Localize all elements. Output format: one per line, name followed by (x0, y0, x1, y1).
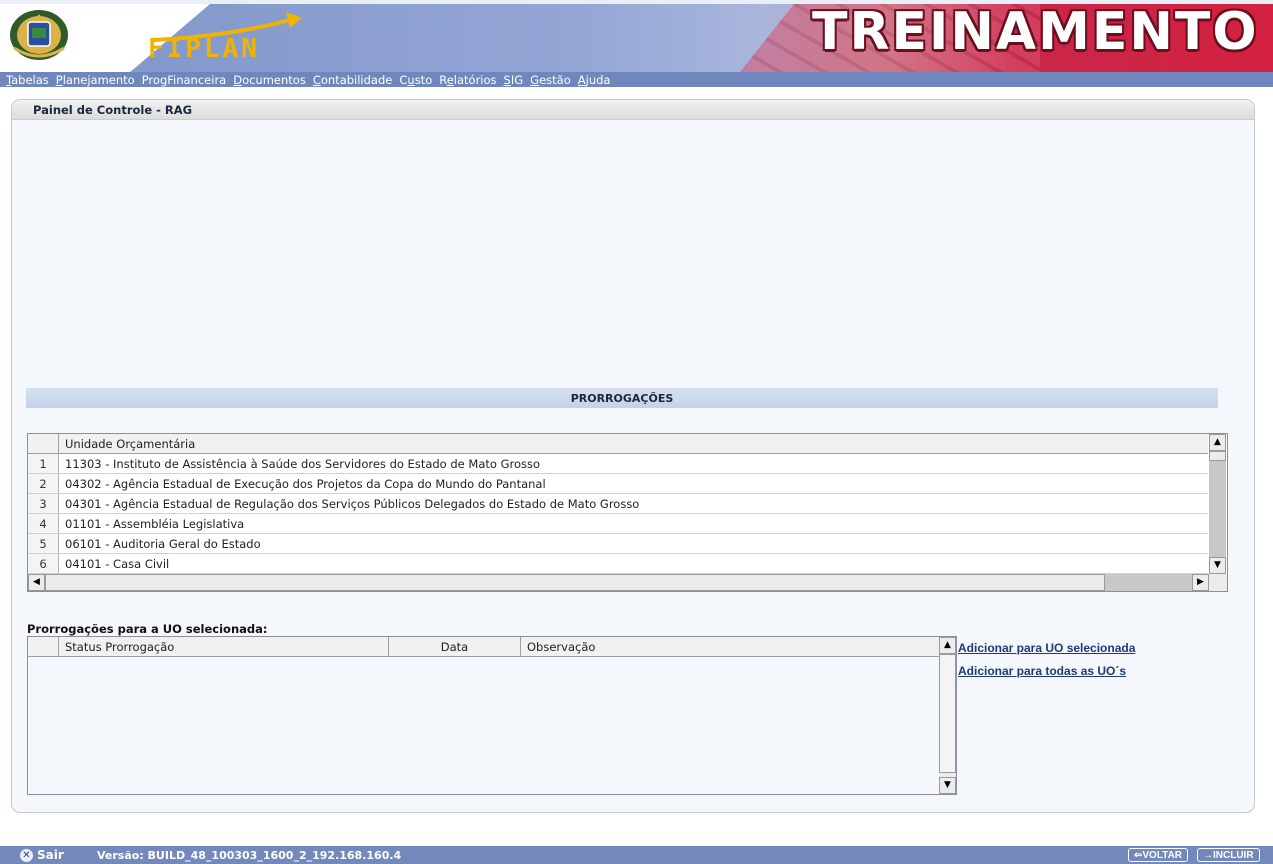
menu-item-8[interactable]: Gestão (530, 73, 571, 87)
scroll-thumb[interactable] (1209, 451, 1226, 461)
prorrogacoes-grid-header: Status Prorrogação Data Observação (28, 637, 940, 657)
menu-item-3[interactable]: Documentos (233, 73, 306, 87)
uo-name-cell: 01101 - Assembléia Legislativa (65, 516, 245, 531)
section-title: PRORROGAÇÕES (570, 391, 674, 405)
section-header-bar: PRORROGAÇÕES (26, 388, 1218, 408)
include-button[interactable]: → INCLUIR (1197, 848, 1260, 862)
scroll-left-icon[interactable]: ◀ (28, 574, 45, 591)
scroll-thumb-horizontal[interactable] (45, 574, 1105, 591)
menu-item-4[interactable]: Contabilidade (313, 73, 393, 87)
column-header-status[interactable]: Status Prorrogação (59, 637, 389, 656)
prorrogacoes-grid: Status Prorrogação Data Observação ▲ ▼ (27, 636, 957, 795)
main-menu: Tabelas Planejamento ProgFinanceira Documen… (0, 72, 1273, 87)
menu-item-2[interactable]: ProgFinanceira (142, 73, 227, 87)
uo-name-cell: 04302 - Agência Estadual de Execução dos… (65, 476, 546, 491)
version-text: Versão: BUILD_48_100303_1600_2_192.168.1… (97, 848, 402, 862)
back-label: VOLTAR (1142, 849, 1183, 861)
table-row[interactable]: 6 04101 - Casa Civil (28, 554, 1208, 574)
uo-name-cell: 11303 - Instituto de Assistência à Saúde… (65, 456, 541, 471)
scroll-up-icon[interactable]: ▲ (939, 637, 956, 654)
close-circle-icon: ✕ (20, 848, 33, 862)
uo-horizontal-scrollbar[interactable]: ◀ ▶ (28, 574, 1209, 591)
table-row[interactable]: 4 01101 - Assembléia Legislativa (28, 514, 1208, 534)
column-header-data[interactable]: Data (389, 637, 521, 656)
menu-item-9[interactable]: Ajuda (578, 73, 611, 87)
uo-name-cell: 06101 - Auditoria Geral do Estado (65, 536, 261, 551)
menu-item-7[interactable]: SIG (504, 73, 524, 87)
table-row[interactable]: 3 04301 - Agência Estadual de Regulação d… (28, 494, 1208, 514)
row-number: 3 (28, 494, 59, 513)
scroll-corner (1209, 574, 1227, 591)
scroll-down-icon[interactable]: ▼ (939, 777, 956, 794)
uo-grid-header: Unidade Orçamentária (28, 434, 1208, 454)
scroll-up-icon[interactable]: ▲ (1209, 434, 1226, 451)
column-header-unidade[interactable]: Unidade Orçamentária (59, 434, 1208, 453)
row-number: 4 (28, 514, 59, 533)
exit-label: Sair (37, 848, 64, 862)
row-number: 2 (28, 474, 59, 493)
menu-item-1[interactable]: Planejamento (56, 73, 135, 87)
add-for-all-uos-link[interactable]: Adicionar para todas as UO´s (958, 664, 1126, 678)
table-row[interactable]: 2 04302 - Agência Estadual de Execução do… (28, 474, 1208, 494)
coat-of-arms-icon (10, 10, 68, 60)
prorrogacoes-subtitle: Prorrogações para a UO selecionada: (27, 622, 268, 636)
panel-header: Painel de Controle - RAG (12, 100, 1254, 120)
table-row[interactable]: 5 06101 - Auditoria Geral do Estado (28, 534, 1208, 554)
menu-item-5[interactable]: Custo (399, 73, 432, 87)
row-number-header (28, 637, 59, 656)
training-banner-title: TREINAMENTO (812, 2, 1259, 62)
header-banner: FIPLAN TREINAMENTO (0, 0, 1273, 72)
scroll-thumb[interactable] (939, 654, 956, 773)
scroll-down-icon[interactable]: ▼ (1209, 557, 1226, 574)
uo-vertical-scrollbar[interactable]: ▲ ▼ (1209, 434, 1226, 574)
control-panel: Painel de Controle - RAG PRORROGAÇÕES Un… (11, 99, 1255, 813)
row-number-header (28, 434, 59, 453)
scroll-right-icon[interactable]: ▶ (1192, 574, 1209, 591)
back-arrow-icon: ⇐ (1134, 849, 1143, 861)
fiplan-logo: FIPLAN (148, 34, 260, 64)
uo-grid: Unidade Orçamentária 1 11303 - Instituto … (27, 433, 1228, 592)
include-label: INCLUIR (1213, 849, 1254, 861)
exit-button[interactable]: ✕ Sair (20, 846, 64, 864)
back-button[interactable]: ⇐ VOLTAR (1128, 848, 1189, 862)
menu-item-0[interactable]: Tabelas (6, 73, 49, 87)
uo-name-cell: 04101 - Casa Civil (65, 556, 170, 571)
add-for-selected-uo-link[interactable]: Adicionar para UO selecionada (958, 641, 1135, 655)
prorrogacoes-vertical-scrollbar[interactable]: ▲ ▼ (939, 637, 956, 794)
column-header-observacao[interactable]: Observação (521, 637, 940, 656)
panel-title: Painel de Controle - RAG (33, 102, 193, 117)
table-row[interactable]: 1 11303 - Instituto de Assistência à Saúd… (28, 454, 1208, 474)
footer-bar: ✕ Sair Versão: BUILD_48_100303_1600_2_19… (0, 846, 1273, 864)
row-number: 1 (28, 454, 59, 473)
include-arrow-icon: → (1203, 849, 1213, 861)
row-number: 5 (28, 534, 59, 553)
uo-name-cell: 04301 - Agência Estadual de Regulação do… (65, 496, 640, 511)
row-number: 6 (28, 554, 59, 573)
menu-item-6[interactable]: Relatórios (439, 73, 496, 87)
